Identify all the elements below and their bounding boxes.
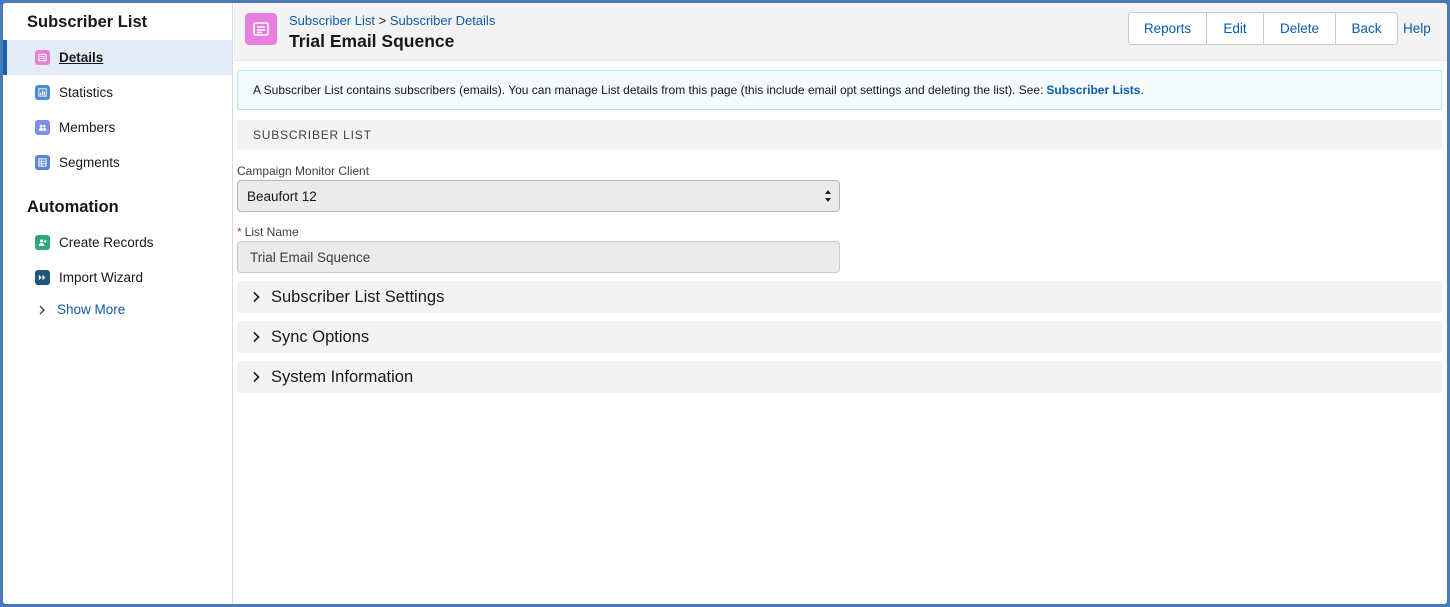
sidebar-section-title: Automation — [27, 198, 119, 216]
breadcrumb: Subscriber List > Subscriber Details — [289, 13, 495, 28]
chart-icon — [35, 85, 50, 100]
breadcrumb-link-subscriber-list[interactable]: Subscriber List — [289, 13, 375, 28]
sidebar-item-details[interactable]: Details — [3, 40, 232, 75]
chevron-right-icon — [253, 371, 260, 383]
required-indicator: * — [237, 225, 242, 239]
subscriber-lists-link[interactable]: Subscriber Lists — [1046, 83, 1140, 97]
section-header-subscriber-list: SUBSCRIBER LIST — [237, 120, 1442, 150]
edit-button[interactable]: Edit — [1207, 13, 1264, 44]
sidebar-item-label: Import Wizard — [59, 270, 144, 285]
sidebar-item-label: Create Records — [59, 235, 154, 250]
info-period: . — [1140, 83, 1144, 97]
sidebar-item-import-wizard[interactable]: Import Wizard — [3, 260, 232, 295]
list-name-label-text: List Name — [244, 225, 299, 239]
app-frame: Subscriber List Details Statistics Membe… — [3, 3, 1447, 604]
accordion-label: System Information — [271, 367, 414, 386]
segments-icon — [35, 155, 50, 170]
show-more-link[interactable]: Show More — [35, 302, 125, 317]
subscriber-list-icon — [245, 13, 277, 45]
accordion-subscriber-list-settings[interactable]: Subscriber List Settings — [237, 281, 1442, 313]
import-wizard-icon — [35, 270, 50, 285]
sidebar-item-members[interactable]: Members — [3, 110, 232, 145]
sidebar-item-label: Members — [59, 120, 116, 135]
accordion-sync-options[interactable]: Sync Options — [237, 321, 1442, 353]
chevron-right-icon — [253, 331, 260, 343]
breadcrumb-separator: > — [378, 13, 387, 28]
action-button-group: Reports Edit Delete Back — [1128, 12, 1398, 45]
delete-button[interactable]: Delete — [1264, 13, 1336, 44]
accordion-label: Subscriber List Settings — [271, 287, 445, 306]
client-select-value: Beaufort 12 — [247, 188, 317, 204]
reports-button[interactable]: Reports — [1129, 13, 1207, 44]
info-banner: A Subscriber List contains subscribers (… — [237, 70, 1442, 110]
help-link[interactable]: Help — [1403, 21, 1431, 36]
client-select[interactable]: Beaufort 12 — [237, 180, 840, 212]
page-title: Trial Email Squence — [289, 31, 455, 51]
show-more-label: Show More — [57, 302, 126, 317]
sidebar-section-title: Subscriber List — [27, 13, 148, 31]
accordion-label: Sync Options — [271, 327, 370, 346]
sidebar-item-label: Details — [59, 50, 104, 65]
details-icon — [35, 50, 50, 65]
sidebar-item-create-records[interactable]: Create Records — [3, 225, 232, 260]
people-icon — [35, 120, 50, 135]
list-name-value: Trial Email Squence — [250, 249, 371, 265]
accordion-system-information[interactable]: System Information — [237, 361, 1442, 393]
select-arrows-icon — [825, 190, 831, 202]
list-name-input[interactable]: Trial Email Squence — [237, 241, 840, 273]
sidebar-item-statistics[interactable]: Statistics — [3, 75, 232, 110]
info-text: A Subscriber List contains subscribers (… — [253, 83, 1044, 97]
client-field-label: Campaign Monitor Client — [237, 164, 370, 178]
chevron-right-icon — [253, 291, 260, 303]
list-name-field-label: * List Name — [237, 225, 299, 239]
chevron-right-icon — [39, 305, 45, 314]
create-records-icon — [35, 235, 50, 250]
back-button[interactable]: Back — [1336, 13, 1397, 44]
sidebar-item-label: Segments — [59, 155, 120, 170]
breadcrumb-link-subscriber-details[interactable]: Subscriber Details — [390, 13, 496, 28]
sidebar: Subscriber List Details Statistics Membe… — [3, 3, 233, 604]
sidebar-item-label: Statistics — [59, 85, 114, 100]
sidebar-item-segments[interactable]: Segments — [3, 145, 232, 180]
page-header: Subscriber List > Subscriber Details Tri… — [234, 3, 1447, 61]
